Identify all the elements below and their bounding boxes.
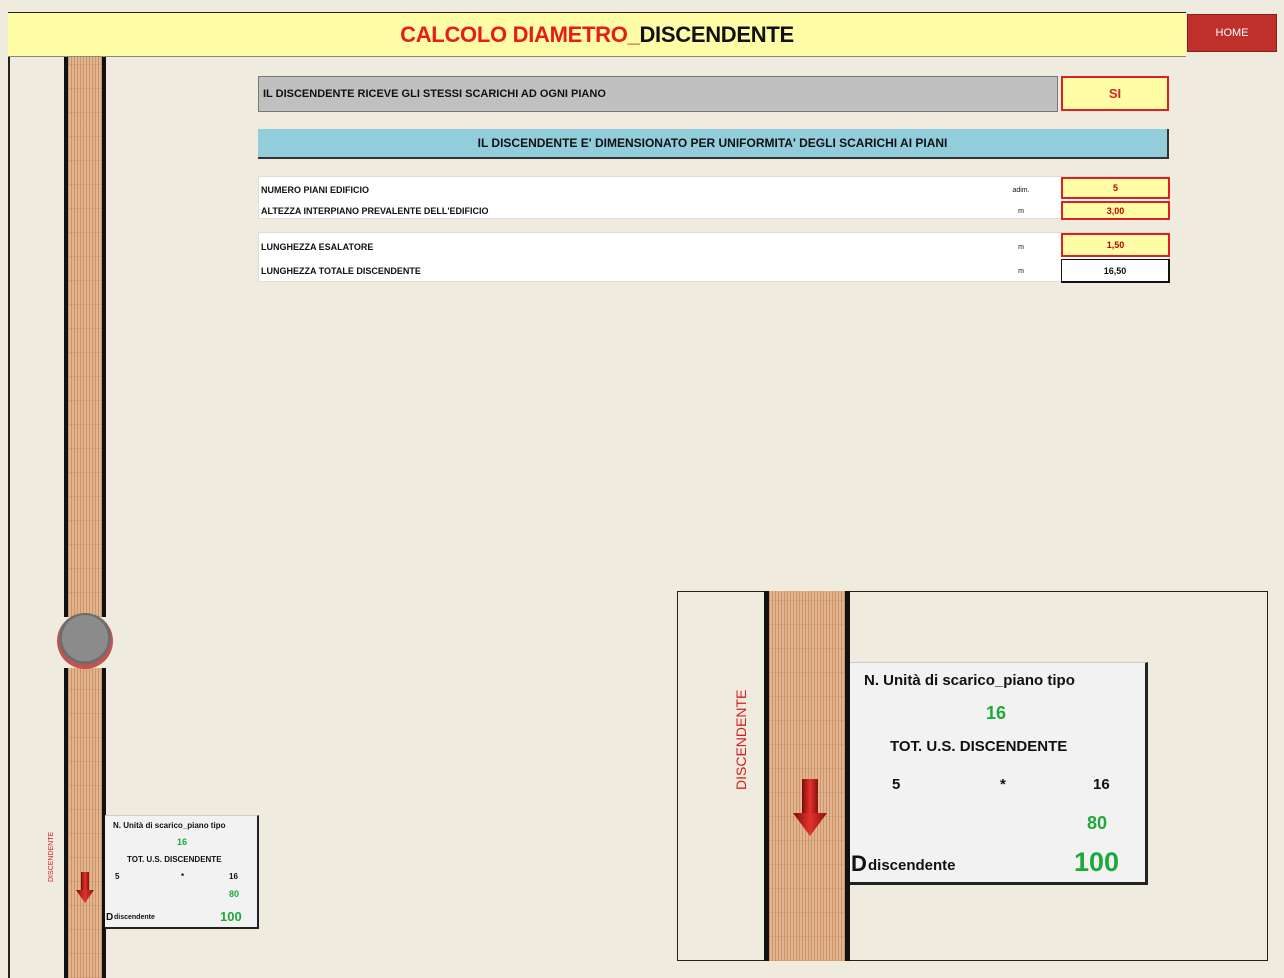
manhole-icon [57, 613, 113, 669]
floor-height-label: ALTEZZA INTERPIANO PREVALENTE DELL'EDIFI… [261, 206, 489, 216]
small-d-value: 100 [220, 909, 242, 924]
page-title-prefix: CALCOLO DIAMETRO_ [400, 21, 640, 47]
small-d-prefix: D [106, 912, 114, 923]
floors-unit: adim. [1012, 187, 1030, 194]
big-us-piano-value: 16 [986, 703, 1007, 723]
big-times: * [1000, 776, 1006, 793]
uniform-loads-value[interactable]: SI [1061, 76, 1169, 111]
small-us-per-floor: 16 [229, 872, 238, 881]
big-d-label: discendente [868, 857, 956, 874]
length-params-table: LUNGHEZZA ESALATORE m 1,50 LUNGHEZZA TOT… [258, 232, 1170, 283]
small-tot-label: TOT. U.S. DISCENDENTE [127, 855, 222, 864]
total-length-label: LUNGHEZZA TOTALE DISCENDENTE [261, 266, 421, 276]
big-floors: 5 [892, 776, 901, 793]
floor-height-unit: m [1018, 208, 1024, 215]
big-d-value: 100 [1074, 847, 1120, 877]
small-times: * [181, 872, 185, 881]
floor-height-value[interactable]: 3,00 [1061, 201, 1170, 220]
small-summary-box: N. Unità di scarico_piano tipo 16 TOT. U… [105, 815, 259, 929]
total-length-value: 16,50 [1061, 259, 1170, 283]
big-us-per-floor: 16 [1093, 776, 1110, 793]
big-d-prefix: D [851, 851, 867, 876]
big-tot-label: TOT. U.S. DISCENDENTE [890, 738, 1068, 755]
small-floors: 5 [115, 872, 120, 881]
vent-length-value[interactable]: 1,50 [1061, 233, 1170, 257]
pipe-upper [64, 57, 106, 617]
small-pipe-label: DISCENDENTE [48, 831, 55, 883]
small-us-piano-label: N. Unità di scarico_piano tipo [113, 821, 226, 830]
page-title-suffix: DISCENDENTE [639, 21, 794, 47]
uniform-loads-label: IL DISCENDENTE RICEVE GLI STESSI SCARICH… [258, 76, 1058, 112]
small-d-label: discendente [114, 914, 155, 921]
big-us-piano-label: N. Unità di scarico_piano tipo [864, 672, 1075, 689]
small-us-piano-value: 16 [177, 837, 188, 847]
left-border [8, 12, 10, 978]
small-tot-value: 80 [229, 889, 240, 899]
vent-length-label: LUNGHEZZA ESALATORE [261, 242, 374, 252]
floors-value[interactable]: 5 [1061, 177, 1170, 199]
total-length-unit: m [1018, 268, 1024, 275]
home-button[interactable]: HOME [1187, 14, 1277, 52]
big-down-arrow-icon [793, 779, 827, 836]
pipe-lower [64, 668, 106, 978]
sizing-banner: IL DISCENDENTE E' DIMENSIONATO PER UNIFO… [258, 129, 1169, 159]
vent-length-unit: m [1018, 244, 1024, 251]
floors-label: NUMERO PIANI EDIFICIO [261, 185, 370, 195]
big-pipe-label: DISCENDENTE [733, 689, 749, 791]
big-summary-box: N. Unità di scarico_piano tipo 16 TOT. U… [850, 662, 1148, 885]
small-down-arrow-icon [76, 872, 94, 903]
big-pipe [764, 591, 850, 961]
page-title: CALCOLO DIAMETRO_ DISCENDENTE [8, 12, 1186, 57]
big-tot-value: 80 [1087, 813, 1108, 833]
building-params-table: NUMERO PIANI EDIFICIO adim. 5 ALTEZZA IN… [258, 176, 1170, 220]
